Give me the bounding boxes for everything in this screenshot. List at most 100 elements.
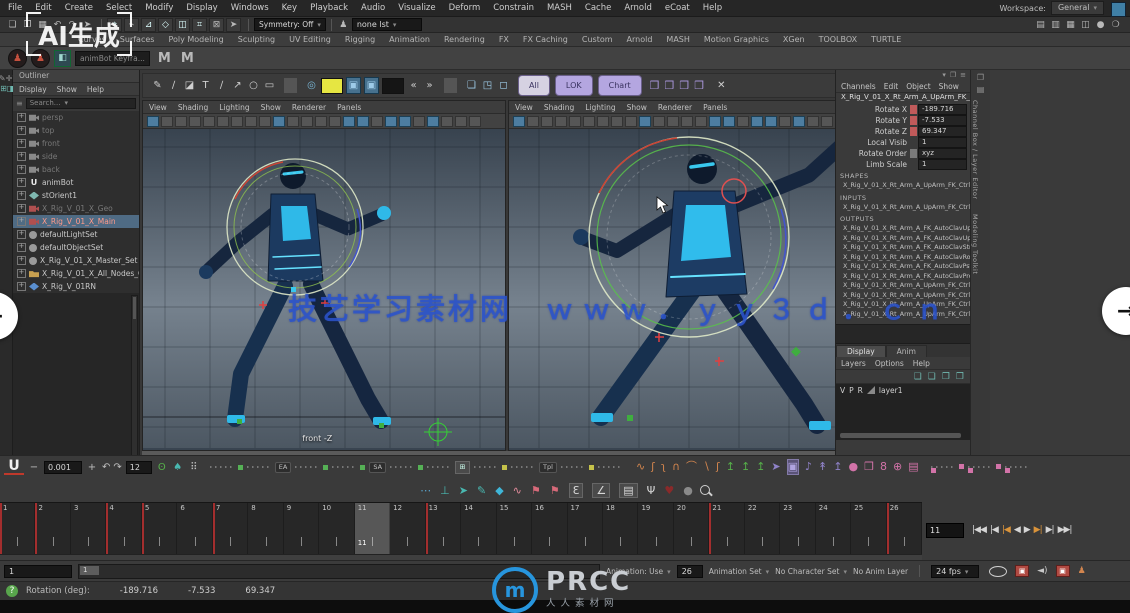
- channel-value[interactable]: -189.716: [918, 104, 967, 115]
- outliner-menu[interactable]: Show: [57, 85, 77, 94]
- balloon-icon[interactable]: ●: [848, 460, 858, 474]
- snap-view-icon[interactable]: ◫: [175, 18, 190, 32]
- timeline-frame[interactable]: 1 1: [0, 503, 35, 555]
- current-frame-field[interactable]: 11: [926, 523, 964, 538]
- output-node[interactable]: X_Rig_V_01_X_Rt_Arm_A_FK_AutoClavPstd_B.…: [836, 263, 970, 273]
- timeline-frame[interactable]: 17 17: [568, 503, 603, 555]
- viewport-menu[interactable]: Renderer: [658, 103, 692, 112]
- expand-icon[interactable]: [17, 139, 26, 148]
- eraser-icon[interactable]: ◪: [183, 78, 196, 93]
- channelbox-menu[interactable]: Object: [906, 82, 930, 91]
- auto-key-icon[interactable]: ▣: [1015, 565, 1029, 577]
- isolate-select-icon[interactable]: [469, 116, 481, 127]
- xray-icon[interactable]: [455, 116, 467, 127]
- channel-row[interactable]: Rotate X -189.716: [836, 104, 970, 115]
- picker-button[interactable]: Chart: [598, 75, 642, 96]
- lock-icon[interactable]: ⊠: [209, 18, 224, 32]
- resolution-gate-icon[interactable]: [273, 116, 285, 127]
- text-icon[interactable]: T: [199, 78, 212, 93]
- shelf-tab[interactable]: TURTLE: [871, 35, 901, 46]
- outliner-item[interactable]: back: [13, 163, 139, 176]
- timeline-frame[interactable]: 12 12: [390, 503, 425, 555]
- grid-icon[interactable]: [245, 116, 257, 127]
- graph-icon[interactable]: ∠: [592, 483, 610, 498]
- nudge-arrow-button[interactable]: ↶: [102, 462, 110, 473]
- outliner-item[interactable]: X_Rig_V_01_X_Geo: [13, 202, 139, 215]
- frame-count-field[interactable]: 12: [126, 461, 152, 474]
- menu-item[interactable]: Playback: [310, 3, 348, 13]
- channelbox-mini-icon[interactable]: ≡: [960, 71, 966, 79]
- safe-title-icon[interactable]: [695, 116, 707, 127]
- layer-editor-tab[interactable]: Display: [836, 345, 886, 357]
- layer-name[interactable]: layer1: [879, 386, 903, 395]
- range-handle[interactable]: 1: [80, 566, 99, 575]
- character-icon[interactable]: ♟: [1078, 566, 1086, 576]
- grease-pencil-icon[interactable]: [597, 116, 609, 127]
- channel-value[interactable]: 1: [918, 159, 967, 170]
- camera-attributes-icon[interactable]: [541, 116, 553, 127]
- flag2-icon[interactable]: ⚑: [550, 484, 560, 497]
- channel-value[interactable]: xyz: [918, 148, 967, 159]
- safe-action-icon[interactable]: [315, 116, 327, 127]
- slider-token[interactable]: [332, 466, 356, 468]
- pan-zoom-icon[interactable]: [217, 116, 229, 127]
- circle-icon[interactable]: ○: [247, 78, 260, 93]
- render-icon[interactable]: ▤: [1034, 19, 1047, 31]
- menu-item[interactable]: eCoat: [665, 3, 690, 13]
- light-icon[interactable]: ●: [1094, 19, 1107, 31]
- timeline-frame[interactable]: 10 10: [319, 503, 354, 555]
- black-swatch[interactable]: [382, 78, 404, 94]
- move-layer-down-icon[interactable]: ❐: [956, 372, 964, 382]
- lock-camera-icon[interactable]: [161, 116, 173, 127]
- safe-title-icon[interactable]: [329, 116, 341, 127]
- timeline-frame[interactable]: 5 5: [142, 503, 177, 555]
- shelf-tab[interactable]: FX Caching: [523, 35, 568, 46]
- tripod-c-icon[interactable]: ↥: [756, 460, 765, 474]
- timeline-frame[interactable]: 8 8: [248, 503, 283, 555]
- render-settings-icon[interactable]: ◫: [1079, 19, 1092, 31]
- timeline-frame[interactable]: 20 20: [674, 503, 709, 555]
- shelf-tab[interactable]: Animation: [389, 35, 430, 46]
- output-node[interactable]: X_Rig_V_01_X_Rt_Arm_A_UpArm_FK_Ctrl_tw..…: [836, 301, 970, 311]
- slider-token[interactable]: [589, 465, 594, 470]
- select-camera-icon[interactable]: [513, 116, 525, 127]
- default-lighting-icon[interactable]: [343, 116, 355, 127]
- panel-toggle-icon[interactable]: [1111, 2, 1126, 17]
- outliner-item[interactable]: front: [13, 137, 139, 150]
- selected-object-name[interactable]: X_Rig_V_01_X_Rt_Arm_A_UpArm_FK_Ctrl: [836, 93, 970, 104]
- slider-token[interactable]: [418, 465, 423, 470]
- frame-capture-icon[interactable]: ▣: [346, 77, 361, 94]
- play-backwards-button[interactable]: ◀: [1012, 525, 1022, 535]
- input-node[interactable]: X_Rig_V_01_X_Rt_Arm_A_UpArm_FK_Ctrl_Vis.…: [836, 204, 970, 214]
- grease-pencil-icon[interactable]: [231, 116, 243, 127]
- timeline-frame[interactable]: 21 21: [709, 503, 744, 555]
- menu-item[interactable]: Help: [703, 3, 722, 13]
- sidebar-strip-icon[interactable]: ▤: [971, 85, 990, 94]
- slider-token[interactable]: [996, 462, 1001, 472]
- timeline-frame[interactable]: 2 2: [35, 503, 70, 555]
- layer-reference-toggle[interactable]: R: [858, 386, 863, 395]
- nudge-arrow-button[interactable]: ↷: [113, 462, 121, 473]
- mash-shelf-icon[interactable]: M: [158, 51, 171, 66]
- smooth-shade-icon[interactable]: [427, 116, 439, 127]
- slider-token[interactable]: [1005, 466, 1029, 468]
- layer-row[interactable]: V P R layer1: [836, 384, 970, 396]
- heart-icon[interactable]: ♥: [664, 484, 674, 497]
- go-to-end-button[interactable]: ▶▶|: [1056, 525, 1074, 535]
- textured-icon[interactable]: [807, 116, 819, 127]
- loop-icon[interactable]: [989, 566, 1007, 577]
- field-chart-icon[interactable]: [667, 116, 679, 127]
- picker-button[interactable]: LOK: [555, 75, 593, 96]
- xray-icon[interactable]: [821, 116, 833, 127]
- expand-icon[interactable]: [17, 191, 26, 200]
- slider-token[interactable]: [968, 466, 992, 468]
- prev-icon[interactable]: «: [407, 78, 420, 93]
- shelf-tab[interactable]: Custom: [582, 35, 613, 46]
- flag-icon[interactable]: ⚑: [531, 484, 541, 497]
- output-node[interactable]: X_Rig_V_01_X_Rt_Arm_A_UpArm_FK_Ctrl_Re..…: [836, 292, 970, 302]
- slider-token[interactable]: [390, 466, 414, 468]
- slider-token[interactable]: [323, 465, 328, 470]
- layer-editor-menu[interactable]: Options: [875, 359, 904, 368]
- slider-token[interactable]: [295, 466, 319, 468]
- outliner-item[interactable]: X_Rig_V_01RN: [13, 280, 139, 293]
